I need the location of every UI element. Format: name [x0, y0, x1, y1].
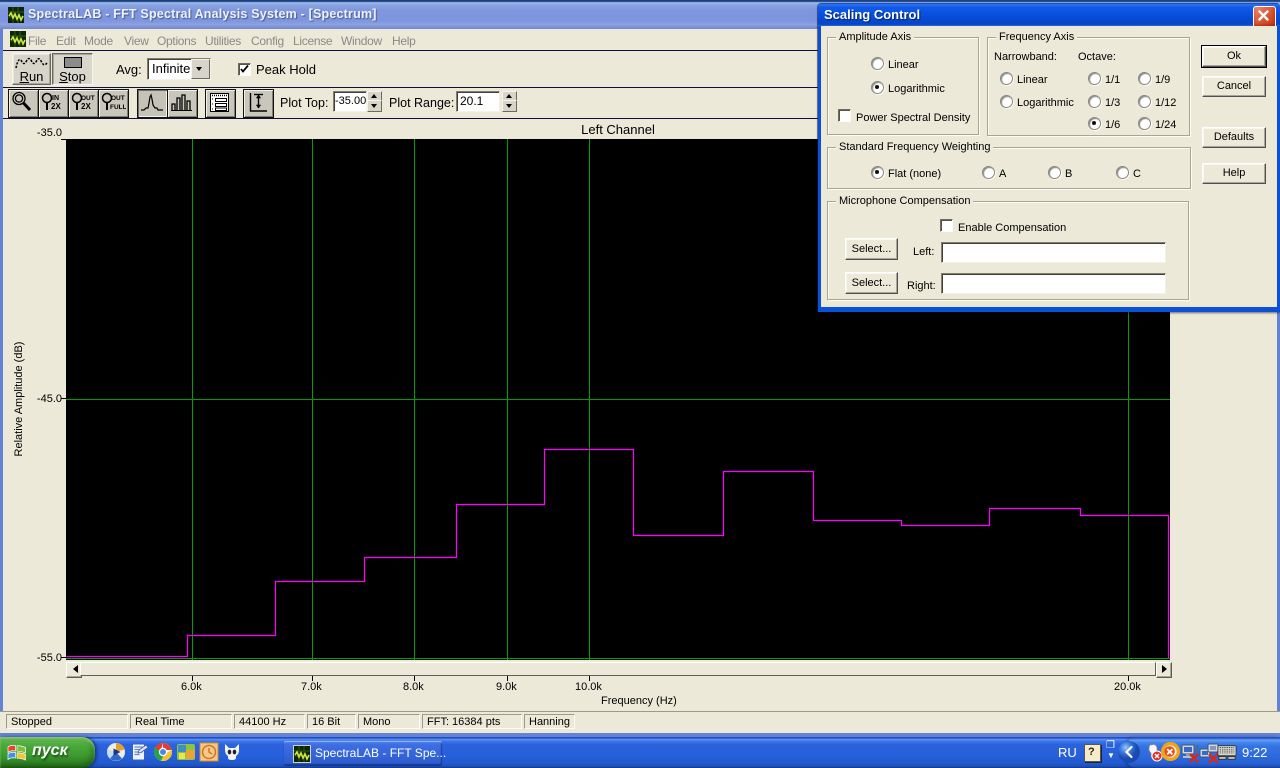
- svg-text:2X: 2X: [51, 102, 61, 111]
- svg-text:OUT: OUT: [81, 95, 95, 102]
- svg-text:OUT: OUT: [111, 95, 125, 102]
- svg-text:2X: 2X: [81, 102, 91, 111]
- svg-text:FULL: FULL: [110, 104, 126, 111]
- svg-text:IN: IN: [52, 95, 59, 102]
